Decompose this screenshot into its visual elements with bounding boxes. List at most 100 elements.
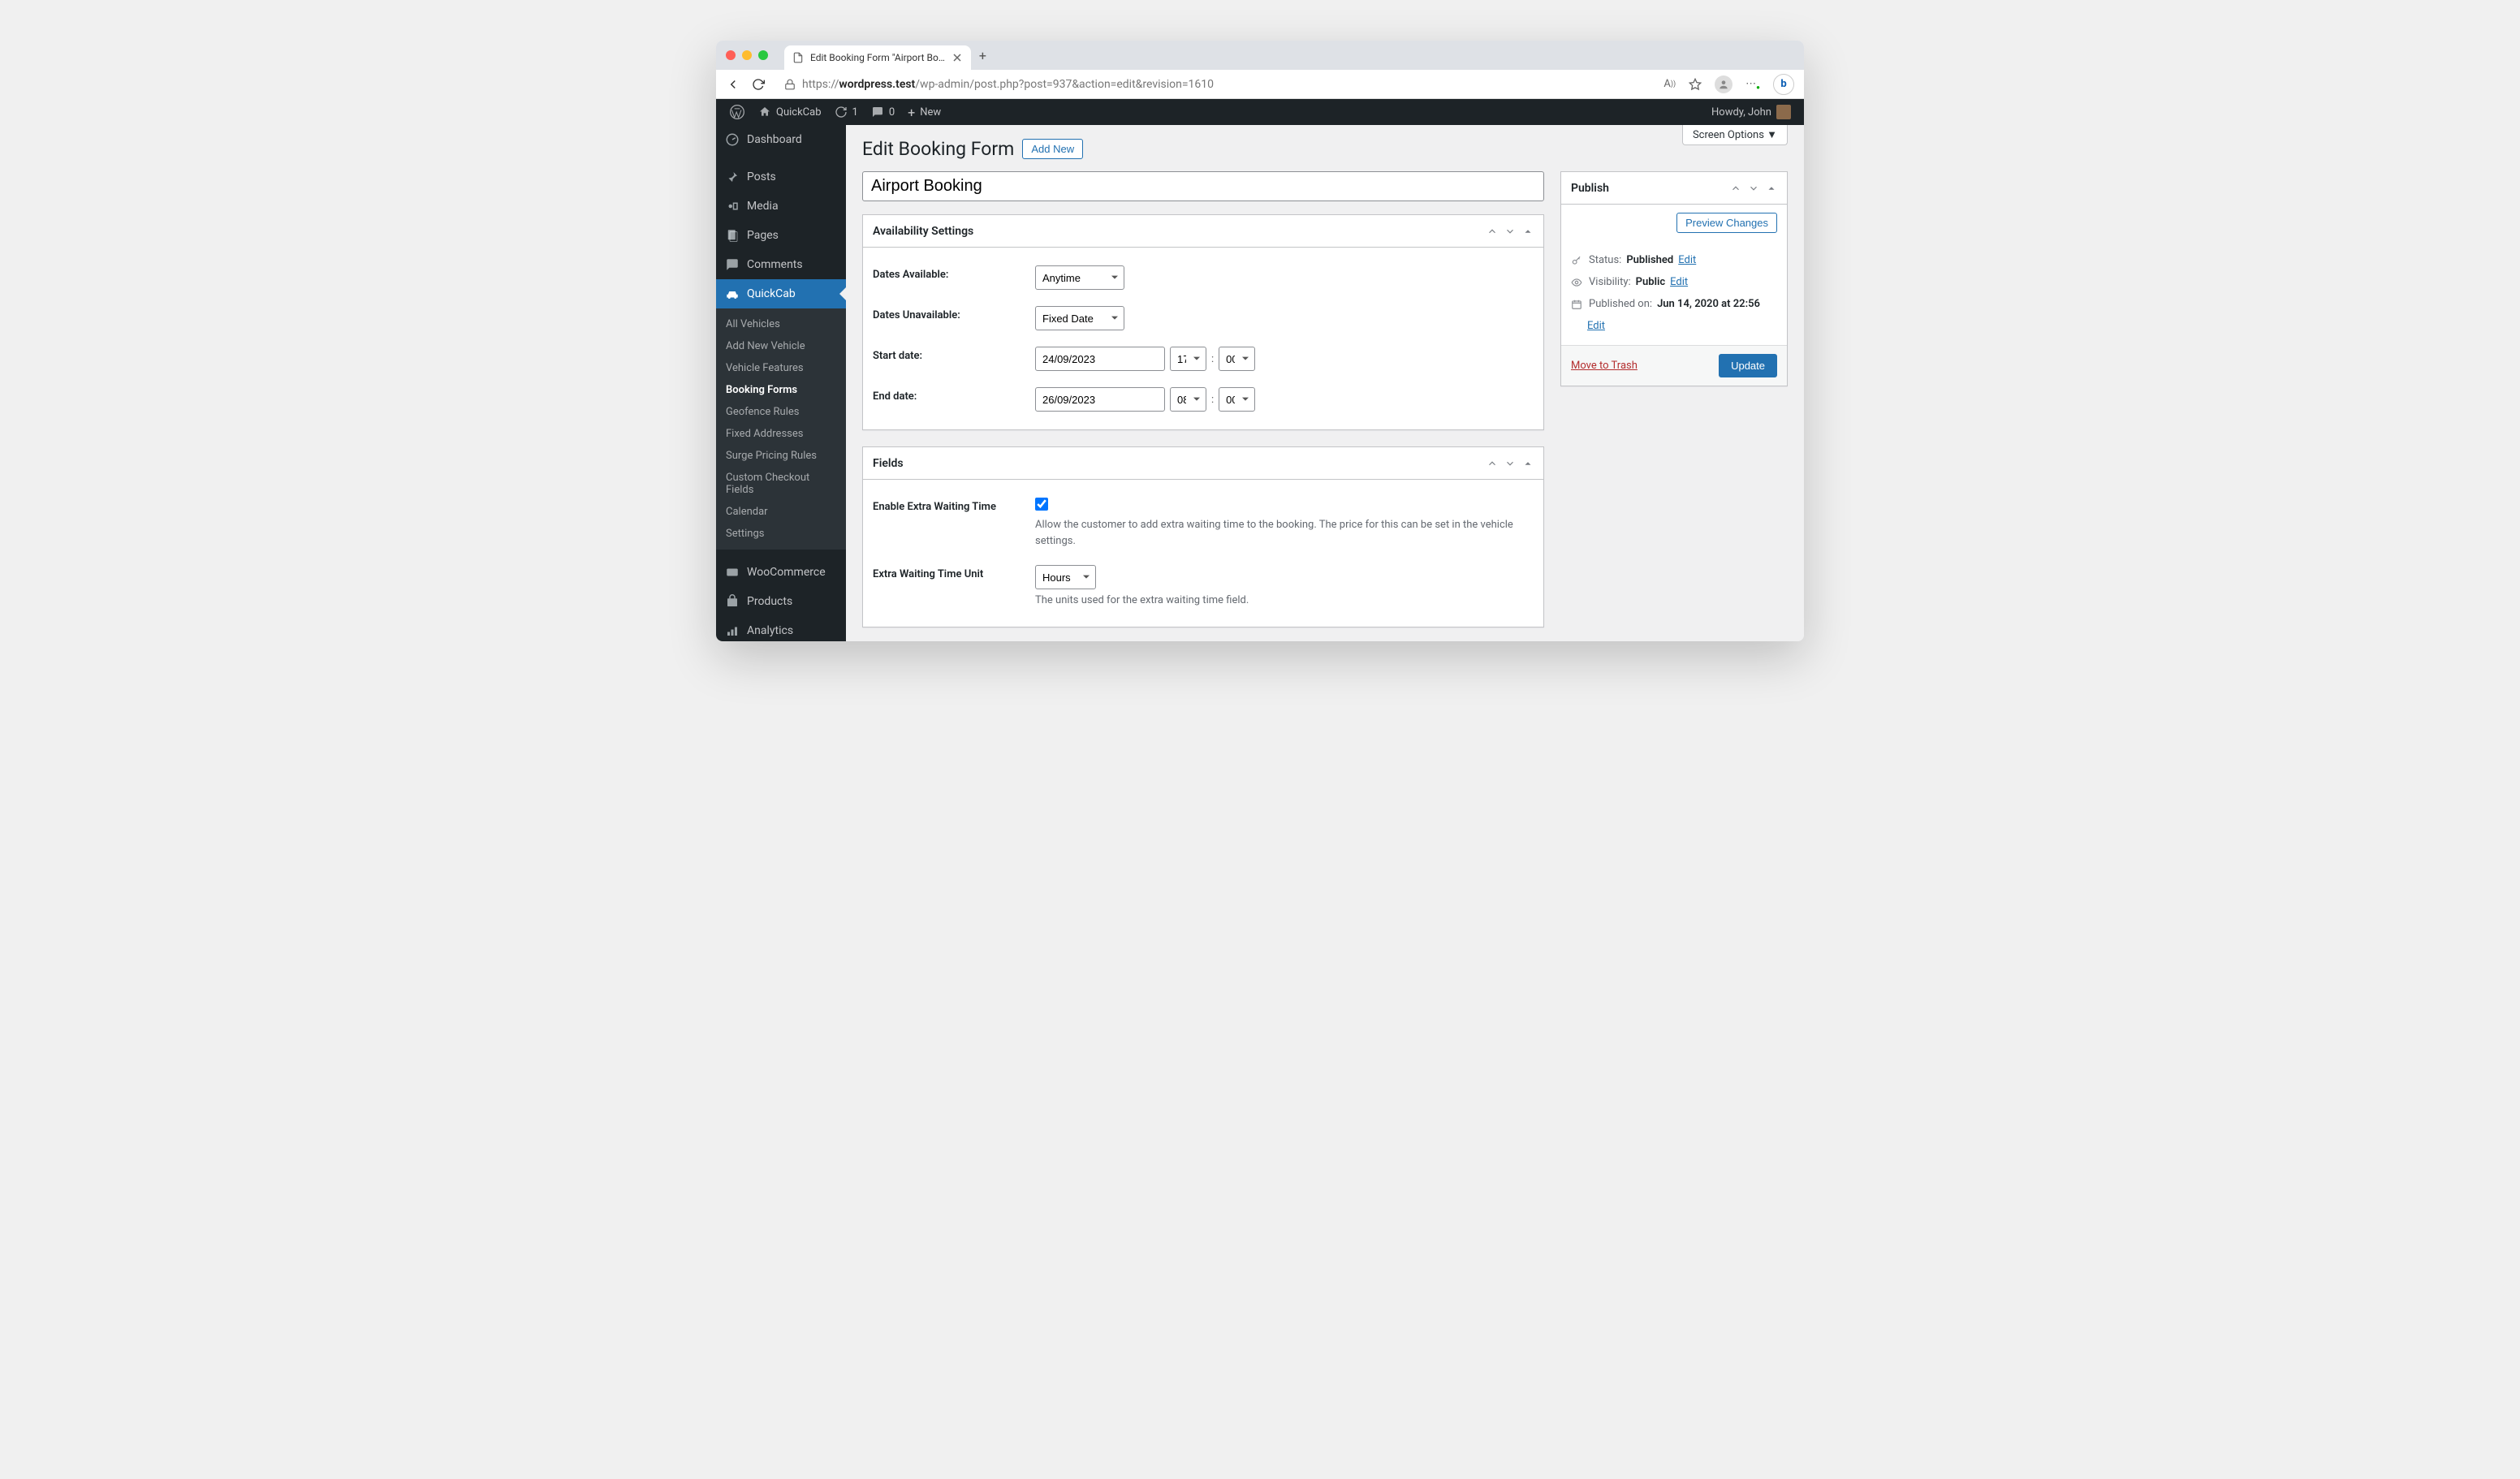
- start-date-label: Start date:: [873, 347, 1035, 371]
- sidebar-item-label: WooCommerce: [747, 566, 826, 579]
- move-down-icon[interactable]: [1748, 183, 1759, 194]
- availability-settings-box: Availability Settings Dates Available:: [862, 214, 1544, 430]
- end-date-label: End date:: [873, 387, 1035, 412]
- browser-tab-bar: Edit Booking Form "Airport Bo… +: [716, 41, 1804, 70]
- profile-icon[interactable]: [1715, 75, 1732, 93]
- analytics-icon: [724, 623, 740, 639]
- new-content-link[interactable]: + New: [901, 99, 947, 125]
- sidebar-item-label: Comments: [747, 258, 803, 271]
- submenu-calendar[interactable]: Calendar: [716, 501, 846, 523]
- refresh-button[interactable]: [752, 78, 765, 91]
- start-date-input[interactable]: [1035, 347, 1165, 371]
- status-value: Published: [1626, 254, 1673, 266]
- extra-wait-label: Enable Extra Waiting Time: [873, 498, 1035, 549]
- preview-changes-button[interactable]: Preview Changes: [1676, 213, 1777, 233]
- submenu-add-vehicle[interactable]: Add New Vehicle: [716, 335, 846, 357]
- collapse-icon[interactable]: [1522, 458, 1534, 469]
- maximize-window-button[interactable]: [758, 50, 768, 60]
- start-hour-select[interactable]: 17: [1170, 347, 1206, 371]
- extra-wait-unit-select[interactable]: Hours: [1035, 565, 1096, 589]
- dashboard-icon: [724, 132, 740, 148]
- move-down-icon[interactable]: [1504, 458, 1516, 469]
- close-tab-icon[interactable]: [951, 52, 963, 63]
- bing-icon[interactable]: b: [1773, 74, 1794, 95]
- url-text: https://wordpress.test/wp-admin/post.php…: [802, 78, 1214, 91]
- fields-title: Fields: [873, 457, 1487, 470]
- updates-count: 1: [852, 106, 858, 119]
- close-window-button[interactable]: [726, 50, 736, 60]
- site-info-icon[interactable]: [784, 79, 796, 90]
- account-menu[interactable]: Howdy, John: [1705, 105, 1797, 119]
- comment-icon: [724, 257, 740, 273]
- minimize-window-button[interactable]: [742, 50, 752, 60]
- sidebar-item-analytics[interactable]: Analytics: [716, 616, 846, 641]
- extra-wait-checkbox[interactable]: [1035, 498, 1048, 511]
- sidebar-item-label: Products: [747, 595, 792, 608]
- edit-date-link[interactable]: Edit: [1587, 320, 1605, 332]
- favorite-icon[interactable]: [1689, 78, 1702, 91]
- site-name-link[interactable]: QuickCab: [752, 99, 828, 125]
- sidebar-item-quickcab[interactable]: QuickCab: [716, 279, 846, 308]
- sidebar-item-comments[interactable]: Comments: [716, 250, 846, 279]
- sidebar-item-label: Pages: [747, 229, 779, 242]
- site-name-text: QuickCab: [776, 106, 822, 119]
- pin-icon: [724, 169, 740, 185]
- eye-icon: [1571, 277, 1584, 288]
- sidebar-item-products[interactable]: Products: [716, 587, 846, 616]
- submenu-geofence[interactable]: Geofence Rules: [716, 401, 846, 423]
- comments-link[interactable]: 0: [865, 99, 901, 125]
- sidebar-item-label: Dashboard: [747, 133, 802, 146]
- read-aloud-icon[interactable]: A)): [1663, 78, 1676, 90]
- dates-unavailable-label: Dates Unavailable:: [873, 306, 1035, 330]
- collapse-icon[interactable]: [1766, 183, 1777, 194]
- sidebar-item-pages[interactable]: Pages: [716, 221, 846, 250]
- end-hour-select[interactable]: 08: [1170, 387, 1206, 412]
- sidebar-item-woocommerce[interactable]: WooCommerce: [716, 558, 846, 587]
- post-title-input[interactable]: [862, 171, 1544, 201]
- browser-tab[interactable]: Edit Booking Form "Airport Bo…: [784, 45, 971, 70]
- quickcab-icon: [724, 286, 740, 302]
- end-min-select[interactable]: 00: [1219, 387, 1255, 412]
- visibility-value: Public: [1636, 276, 1665, 288]
- window-controls: [726, 50, 768, 60]
- submenu-custom-checkout[interactable]: Custom Checkout Fields: [716, 467, 846, 501]
- edit-visibility-link[interactable]: Edit: [1670, 276, 1688, 288]
- sidebar-item-media[interactable]: Media: [716, 192, 846, 221]
- extra-wait-desc: Allow the customer to add extra waiting …: [1035, 517, 1534, 549]
- start-min-select[interactable]: 00: [1219, 347, 1255, 371]
- move-to-trash-link[interactable]: Move to Trash: [1571, 360, 1638, 372]
- back-button[interactable]: [726, 77, 740, 92]
- wp-logo[interactable]: [723, 99, 752, 125]
- wp-admin-toolbar: QuickCab 1 0 + New Howdy, John: [716, 99, 1804, 125]
- move-up-icon[interactable]: [1487, 458, 1498, 469]
- submenu-settings[interactable]: Settings: [716, 523, 846, 545]
- pages-icon: [724, 227, 740, 244]
- admin-sidebar: Dashboard Posts Media Pages Comments Qui…: [716, 125, 846, 641]
- dates-available-select[interactable]: Anytime: [1035, 265, 1124, 290]
- update-button[interactable]: Update: [1719, 354, 1777, 377]
- dates-unavailable-select[interactable]: Fixed Date: [1035, 306, 1124, 330]
- new-tab-button[interactable]: +: [979, 48, 986, 63]
- move-up-icon[interactable]: [1487, 226, 1498, 237]
- move-down-icon[interactable]: [1504, 226, 1516, 237]
- end-date-input[interactable]: [1035, 387, 1165, 412]
- time-colon: :: [1211, 394, 1214, 406]
- submenu-all-vehicles[interactable]: All Vehicles: [716, 313, 846, 335]
- add-new-button[interactable]: Add New: [1022, 139, 1083, 159]
- submenu-booking-forms[interactable]: Booking Forms: [716, 379, 846, 401]
- url-field[interactable]: https://wordpress.test/wp-admin/post.php…: [776, 78, 1652, 91]
- edit-status-link[interactable]: Edit: [1678, 254, 1696, 266]
- sidebar-item-dashboard[interactable]: Dashboard: [716, 125, 846, 154]
- submenu-surge-pricing[interactable]: Surge Pricing Rules: [716, 445, 846, 467]
- collapse-icon[interactable]: [1522, 226, 1534, 237]
- submenu-fixed-addresses[interactable]: Fixed Addresses: [716, 423, 846, 445]
- sidebar-item-posts[interactable]: Posts: [716, 162, 846, 192]
- more-icon[interactable]: ⋯●: [1745, 78, 1760, 90]
- publish-box: Publish Preview Changes: [1560, 171, 1788, 386]
- screen-options-toggle[interactable]: Screen Options ▼: [1682, 125, 1788, 145]
- submenu-vehicle-features[interactable]: Vehicle Features: [716, 357, 846, 379]
- updates-link[interactable]: 1: [828, 99, 865, 125]
- move-up-icon[interactable]: [1730, 183, 1741, 194]
- status-label: Status:: [1589, 254, 1621, 266]
- sidebar-item-label: Posts: [747, 170, 776, 183]
